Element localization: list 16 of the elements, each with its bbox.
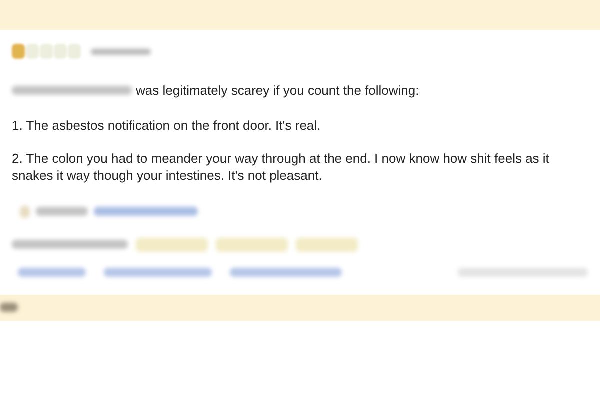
blurred-text — [36, 207, 88, 216]
blurred-text — [20, 206, 30, 218]
blurred-text — [18, 268, 86, 276]
star-icon — [40, 44, 53, 59]
star-icon — [54, 44, 67, 59]
star-icon — [26, 44, 39, 59]
review-intro: was legitimately scarey if you count the following: — [136, 82, 420, 100]
blurred-text — [136, 238, 208, 252]
review-paragraph: 1. The asbestos notification on the front door. It's real. — [12, 116, 322, 134]
star-icon — [12, 44, 25, 59]
star-icon — [68, 44, 81, 59]
blurred-text — [216, 238, 288, 252]
review-paragraph: 2. The colon you had to meander your way through at the end. I now know how shit feels as it snakes it way though your intestines. It's not pleasant. — [12, 150, 550, 184]
blurred-text — [296, 238, 358, 252]
blurred-text — [91, 48, 151, 54]
blurred-text — [0, 303, 18, 312]
